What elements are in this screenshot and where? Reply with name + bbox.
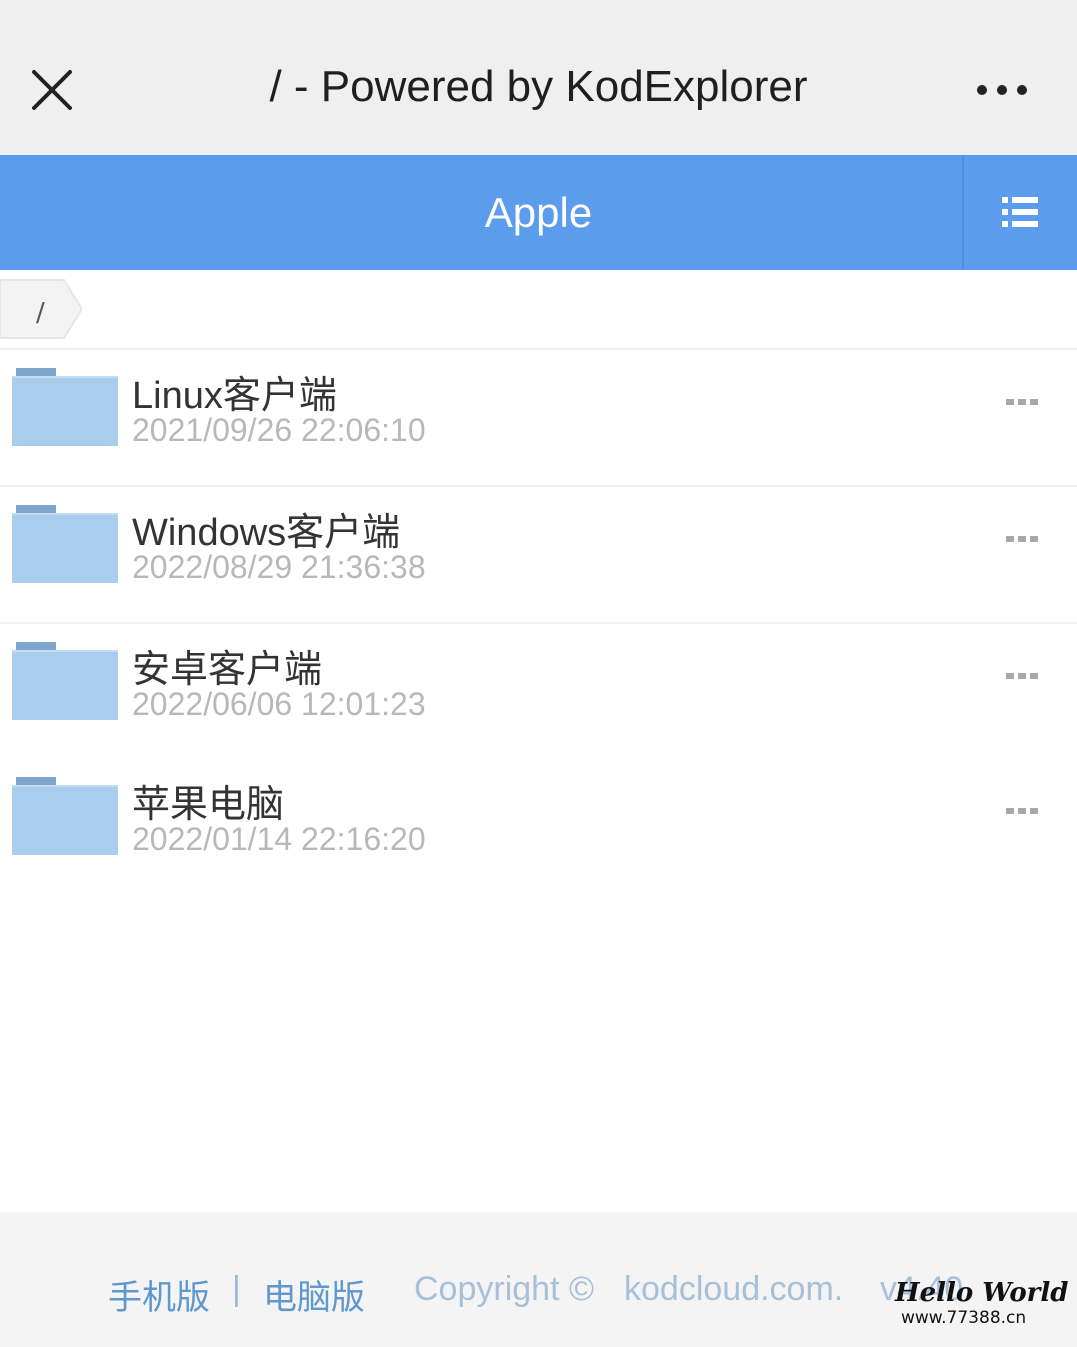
item-more-icon[interactable]	[1000, 529, 1044, 549]
item-more-icon[interactable]	[1000, 392, 1044, 412]
app-header: Apple	[0, 155, 1077, 270]
watermark-title: Hello World	[895, 1278, 1069, 1308]
browser-top-bar: / - Powered by KodExplorer	[0, 0, 1077, 155]
file-date: 2022/01/14 22:16:20	[132, 821, 426, 857]
file-name: Linux客户端	[132, 375, 337, 417]
breadcrumb-root[interactable]: /	[0, 278, 82, 340]
header-title: Apple	[484, 189, 593, 236]
breadcrumb-label: /	[36, 298, 45, 328]
copyright-domain[interactable]: kodcloud.com.	[624, 1270, 843, 1309]
list-item[interactable]: 苹果电脑 2022/01/14 22:16:20	[0, 759, 1077, 894]
list-menu-icon[interactable]	[990, 185, 1050, 240]
close-icon[interactable]	[22, 60, 82, 120]
file-name: Windows客户端	[132, 512, 401, 554]
list-item[interactable]: Linux客户端 2021/09/26 22:06:10	[0, 350, 1077, 487]
file-date: 2021/09/26 22:06:10	[132, 412, 426, 448]
footer-separator: |	[232, 1270, 241, 1308]
desktop-version-link[interactable]: 电脑版	[263, 1270, 365, 1319]
list-item[interactable]: Windows客户端 2022/08/29 21:36:38	[0, 487, 1077, 624]
file-name: 苹果电脑	[132, 784, 285, 826]
folder-icon	[12, 640, 120, 722]
file-date: 2022/08/29 21:36:38	[132, 549, 426, 585]
folder-icon	[12, 503, 120, 585]
folder-icon	[12, 775, 120, 857]
copyright-prefix: Copyright ©	[414, 1270, 595, 1308]
breadcrumb: /	[0, 270, 1077, 350]
file-name: 安卓客户端	[132, 649, 323, 691]
page: / - Powered by KodExplorer Apple / Linux…	[0, 0, 1077, 1347]
item-more-icon[interactable]	[1000, 801, 1044, 821]
watermark: Hello World www.77388.cn	[895, 1278, 1068, 1338]
page-title: / - Powered by KodExplorer	[269, 62, 808, 111]
more-icon[interactable]	[968, 70, 1038, 110]
folder-icon	[12, 366, 120, 448]
mobile-version-link[interactable]: 手机版	[108, 1270, 210, 1319]
file-list: Linux客户端 2021/09/26 22:06:10 Windows客户端 …	[0, 350, 1077, 894]
watermark-url: www.77388.cn	[901, 1308, 1027, 1328]
list-item[interactable]: 安卓客户端 2022/06/06 12:01:23	[0, 624, 1077, 759]
header-divider	[962, 155, 964, 270]
file-date: 2022/06/06 12:01:23	[132, 686, 426, 722]
item-more-icon[interactable]	[1000, 666, 1044, 686]
